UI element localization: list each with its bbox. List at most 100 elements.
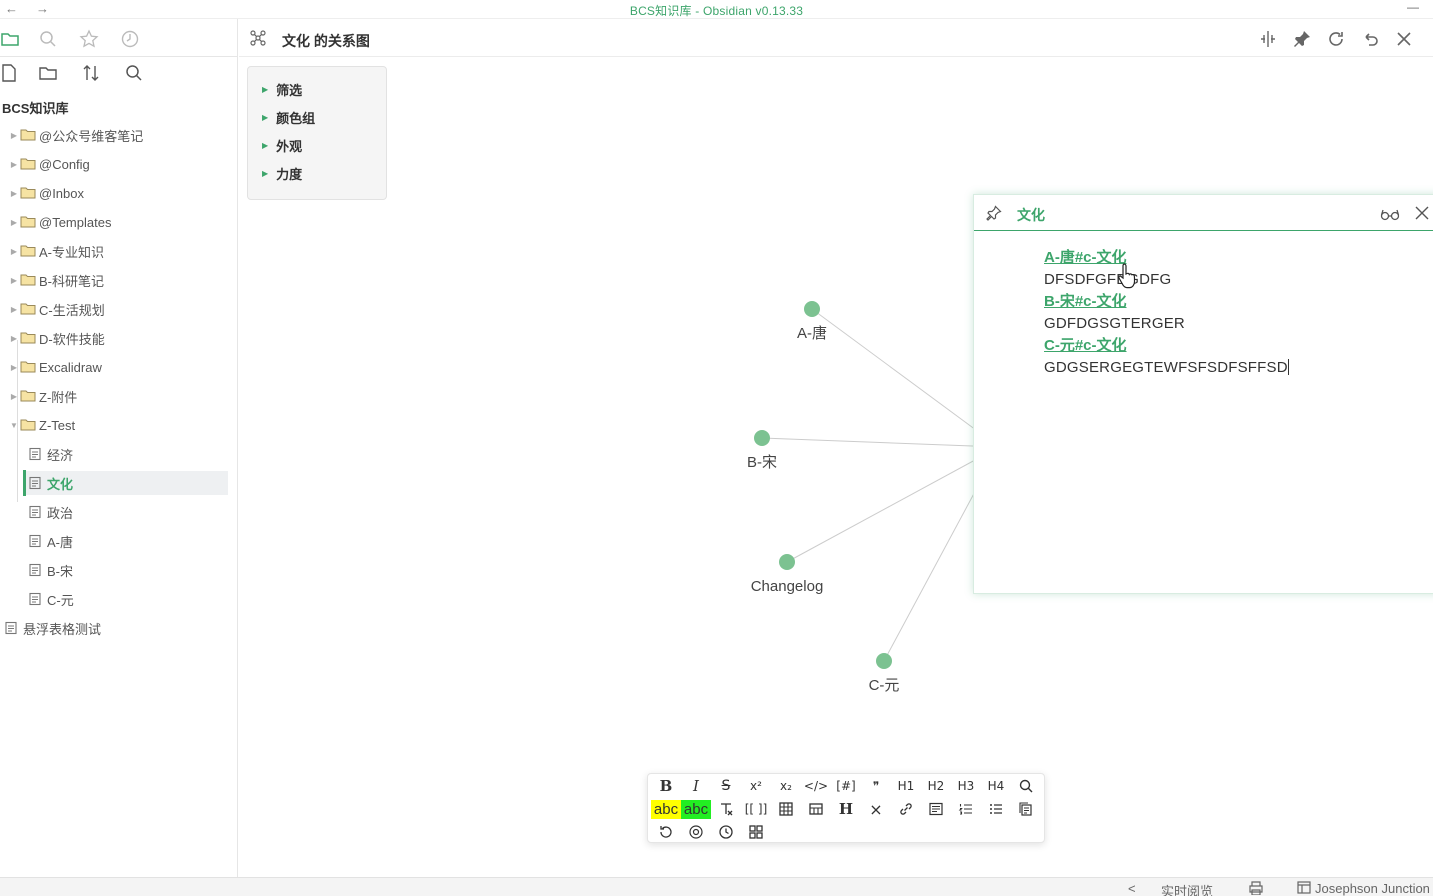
pin-icon[interactable] [986,205,1002,221]
graph-node[interactable] [804,301,820,317]
subscript-button[interactable]: x₂ [772,776,800,796]
new-folder-icon[interactable] [38,63,58,83]
italic-button[interactable]: I [682,776,710,796]
tree-folder[interactable]: ▶ A-专业知识 [0,239,228,263]
close-icon[interactable]: × [862,799,890,819]
tree-file[interactable]: C-元 [0,587,228,611]
glasses-icon[interactable] [1380,206,1400,222]
tree-folder[interactable]: ▶ @Config [0,152,228,176]
active-indicator [23,470,26,496]
chevron-left-icon[interactable]: < [1128,881,1136,896]
strikethrough-button[interactable]: S [712,776,740,796]
graph-control-section[interactable]: ▶ 筛选 [262,79,302,99]
graph-control-section[interactable]: ▶ 力度 [262,163,302,183]
chevron-right-icon[interactable]: ▶ [8,276,20,285]
tree-folder[interactable]: ▶ @公众号维客笔记 [0,123,228,147]
tree-folder[interactable]: ▶ D-软件技能 [0,326,228,350]
pin-icon[interactable] [1292,29,1312,49]
tree-file[interactable]: A-唐 [0,529,228,553]
superscript-button[interactable]: x² [742,776,770,796]
columns-icon[interactable] [802,799,830,819]
bullet-list-icon[interactable] [982,799,1010,819]
chevron-right-icon[interactable]: ▶ [8,247,20,256]
close-icon[interactable] [1394,29,1414,49]
table-icon[interactable] [772,799,800,819]
undo-icon[interactable] [1360,29,1380,49]
graph-control-label: 力度 [276,166,303,182]
bold-button[interactable]: B [652,776,680,796]
clock-icon[interactable] [712,822,740,842]
quote-icon[interactable]: ❞ [862,776,890,796]
undo-icon[interactable] [652,822,680,842]
document-icon[interactable] [922,799,950,819]
new-note-icon[interactable] [0,63,20,83]
clear-format-icon[interactable] [712,799,740,819]
refresh-icon[interactable] [1326,29,1346,49]
internal-link[interactable]: A-唐#c-文化 [1044,247,1289,269]
h3-button[interactable]: H3 [952,776,980,796]
internal-link[interactable]: C-元#c-文化 [1044,335,1289,357]
graph-control-section[interactable]: ▶ 颜色组 [262,107,315,127]
sort-icon[interactable] [81,63,101,83]
folder-icon[interactable] [0,29,20,49]
chevron-down-icon[interactable]: ▼ [8,421,20,430]
chevron-right-icon[interactable]: ▶ [8,334,20,343]
graph-node[interactable] [754,430,770,446]
ordered-list-icon[interactable] [952,799,980,819]
chevron-right-icon[interactable]: ▶ [8,392,20,401]
vault-name[interactable]: BCS知识库 [2,98,68,117]
codeblock-button[interactable]: [#] [832,776,860,796]
chevron-right-icon[interactable]: ▶ [8,218,20,227]
highlight-green-button[interactable]: abc [681,800,711,819]
hover-popover: 文化 A-唐#c-文化 DFSDFGFDGDFG B-宋#c-文化 GDFDGSGTE… [973,194,1433,594]
split-icon[interactable] [1258,29,1278,49]
copy-icon[interactable] [1012,799,1040,819]
window-title: BCS知识库 - Obsidian v0.13.33 [629,4,804,18]
h2-button[interactable]: H2 [922,776,950,796]
close-icon[interactable] [1414,205,1430,221]
tree-file[interactable]: 悬浮表格测试 [0,616,228,640]
at-icon[interactable] [682,822,710,842]
search-icon[interactable] [124,63,144,83]
internal-link[interactable]: B-宋#c-文化 [1044,291,1289,313]
grid-icon[interactable] [742,822,770,842]
highlight-yellow-button[interactable]: abc [651,800,681,819]
search-icon[interactable] [1012,776,1040,796]
graph-node[interactable] [876,653,892,669]
tree-file[interactable]: 文化 [26,471,228,495]
document-icon [28,534,44,548]
code-button[interactable]: </> [802,776,830,796]
graph-node-label: B-宋 [747,454,777,471]
tree-file[interactable]: 经济 [0,442,228,466]
star-icon[interactable] [79,29,99,49]
clock-icon[interactable] [120,29,140,49]
tree-folder[interactable]: ▶ Excalidraw [0,355,228,379]
tree-file[interactable]: B-宋 [0,558,228,582]
h1-button[interactable]: H1 [892,776,920,796]
theme-name[interactable]: Josephson Junction [1315,881,1430,896]
tree-folder[interactable]: ▶ C-生活规划 [0,297,228,321]
chevron-right-icon[interactable]: ▶ [8,305,20,314]
chevron-right-icon[interactable]: ▶ [8,131,20,140]
chevron-right-icon[interactable]: ▶ [8,363,20,372]
graph-control-section[interactable]: ▶ 外观 [262,135,302,155]
heading-button[interactable]: H [832,799,860,819]
printer-icon[interactable] [1248,881,1264,896]
tree-folder[interactable]: ▶ B-科研笔记 [0,268,228,292]
tree-folder[interactable]: ▶ @Inbox [0,181,228,205]
wikilink-button[interactable]: [[ ]] [742,799,770,819]
graph-node[interactable] [779,554,795,570]
tree-folder[interactable]: ▶ @Templates [0,210,228,234]
search-icon[interactable] [38,29,58,49]
chevron-right-icon[interactable]: ▶ [8,189,20,198]
popover-content[interactable]: A-唐#c-文化 DFSDFGFDGDFG B-宋#c-文化 GDFDGSGTERGE… [1044,247,1289,379]
link-icon[interactable] [892,799,920,819]
h4-button[interactable]: H4 [982,776,1010,796]
tree-folder[interactable]: ▶ Z-附件 [0,384,228,408]
tree-file[interactable]: 政治 [0,500,228,524]
chevron-right-icon[interactable]: ▶ [8,160,20,169]
minimize-button[interactable]: — [1407,0,1419,14]
tree-folder[interactable]: ▼ Z-Test [0,413,228,437]
view-mode-label[interactable]: 实时阅览 [1161,881,1213,896]
tree-item-label: 悬浮表格测试 [23,621,102,637]
